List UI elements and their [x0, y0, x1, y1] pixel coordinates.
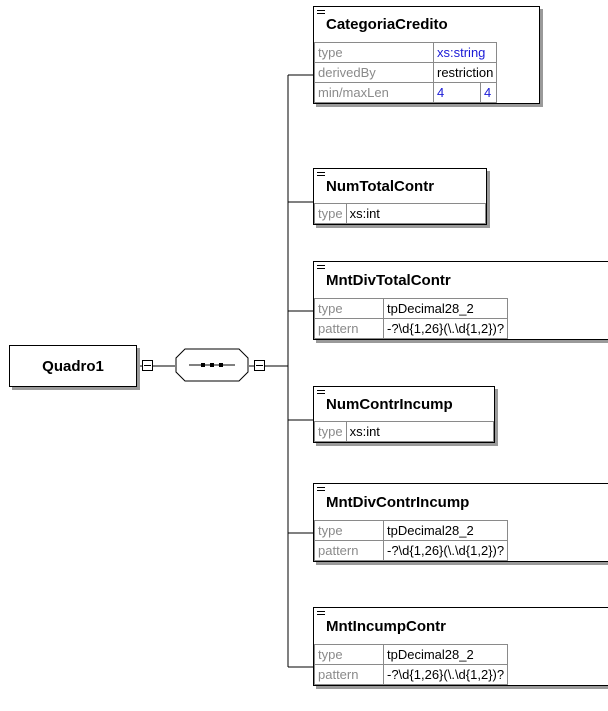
- table-row: pattern -?\d{1,26}(\.\d{1,2})?: [314, 318, 509, 339]
- property-key: type: [314, 42, 434, 63]
- property-key: min/maxLen: [314, 82, 434, 103]
- element-name: NumTotalContr: [326, 178, 435, 195]
- collapse-minus-icon[interactable]: [142, 360, 153, 371]
- element-name: NumContrIncump: [326, 396, 453, 413]
- element-numtotalcontr[interactable]: NumTotalContr type xs:int: [313, 168, 487, 225]
- property-value: tpDecimal28_2: [382, 298, 509, 319]
- table-row: min/maxLen 4 4: [314, 82, 498, 103]
- documentation-icon: [317, 390, 325, 397]
- element-name: MntDivTotalContr: [326, 272, 451, 289]
- property-key: pattern: [314, 318, 384, 339]
- documentation-icon: [317, 487, 325, 494]
- property-key: pattern: [314, 664, 384, 685]
- property-key: type: [314, 298, 384, 319]
- element-mntdivtotalcontr[interactable]: MntDivTotalContr type tpDecimal28_2 patt…: [313, 261, 608, 340]
- table-row: pattern -?\d{1,26}(\.\d{1,2})?: [314, 664, 509, 685]
- property-value: xs:int: [345, 421, 494, 442]
- property-value: restriction: [432, 62, 498, 83]
- property-value: -?\d{1,26}(\.\d{1,2})?: [382, 664, 509, 685]
- element-properties: type xs:int: [314, 203, 486, 224]
- property-key: pattern: [314, 540, 384, 561]
- property-value: xs:string: [432, 42, 498, 63]
- element-name: MntDivContrIncump: [326, 494, 470, 511]
- table-row: type xs:int: [314, 421, 494, 442]
- property-value: tpDecimal28_2: [382, 520, 509, 541]
- property-key: type: [314, 421, 347, 442]
- root-element-quadro1[interactable]: Quadro1: [9, 345, 137, 387]
- documentation-icon: [317, 611, 325, 618]
- documentation-icon: [317, 10, 325, 17]
- element-name: CategoriaCredito: [326, 16, 448, 33]
- property-value: -?\d{1,26}(\.\d{1,2})?: [382, 540, 509, 561]
- table-row: type xs:string: [314, 42, 498, 63]
- element-categoriacredito[interactable]: CategoriaCredito type xs:string derivedB…: [313, 6, 540, 104]
- element-properties: type tpDecimal28_2 pattern -?\d{1,26}(\.…: [314, 298, 509, 339]
- schema-diagram: Quadro1 CategoriaCredito type xs:string …: [0, 0, 608, 711]
- sequence-compositor-icon[interactable]: [175, 348, 249, 382]
- property-key: derivedBy: [314, 62, 434, 83]
- property-value: xs:int: [345, 203, 486, 224]
- property-key: type: [314, 644, 384, 665]
- table-row: type tpDecimal28_2: [314, 298, 509, 319]
- property-key: type: [314, 203, 347, 224]
- table-row: pattern -?\d{1,26}(\.\d{1,2})?: [314, 540, 509, 561]
- root-element-label: Quadro1: [42, 357, 104, 375]
- element-properties: type tpDecimal28_2 pattern -?\d{1,26}(\.…: [314, 644, 509, 685]
- table-row: type tpDecimal28_2: [314, 520, 509, 541]
- documentation-icon: [317, 172, 325, 179]
- element-properties: type xs:int: [314, 421, 494, 442]
- element-mntincumpcontr[interactable]: MntIncumpContr type tpDecimal28_2 patter…: [313, 607, 608, 686]
- property-value: -?\d{1,26}(\.\d{1,2})?: [382, 318, 509, 339]
- property-value: tpDecimal28_2: [382, 644, 509, 665]
- property-min-value: 4: [433, 82, 481, 103]
- collapse-minus-icon[interactable]: [254, 360, 265, 371]
- element-name: MntIncumpContr: [326, 618, 446, 635]
- documentation-icon: [317, 265, 325, 272]
- table-row: derivedBy restriction: [314, 62, 498, 83]
- property-key: type: [314, 520, 384, 541]
- element-properties: type tpDecimal28_2 pattern -?\d{1,26}(\.…: [314, 520, 509, 561]
- element-numcontrincump[interactable]: NumContrIncump type xs:int: [313, 386, 495, 443]
- table-row: type xs:int: [314, 203, 486, 224]
- property-max-value: 4: [479, 82, 498, 103]
- element-properties: type xs:string derivedBy restriction min…: [314, 42, 498, 103]
- table-row: type tpDecimal28_2: [314, 644, 509, 665]
- element-mntdivcontrincump[interactable]: MntDivContrIncump type tpDecimal28_2 pat…: [313, 483, 608, 562]
